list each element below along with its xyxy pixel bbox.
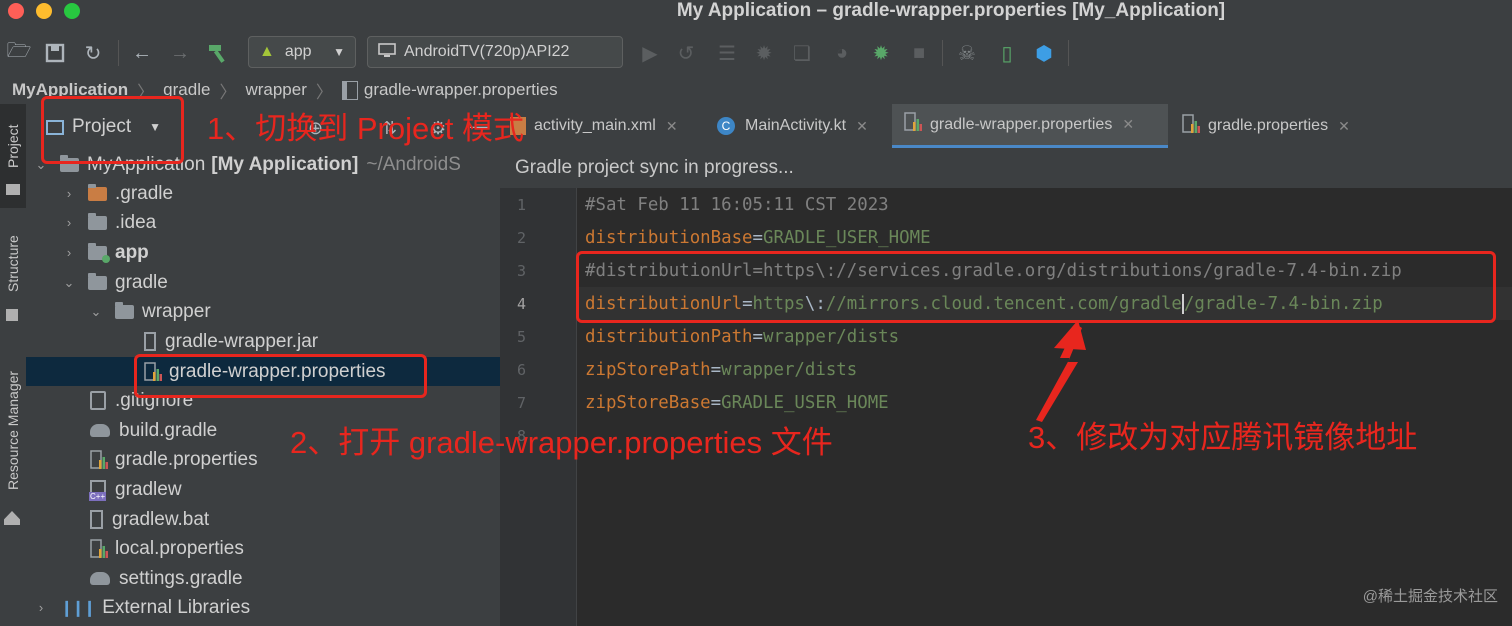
attach-debugger-icon[interactable]: ❏ xyxy=(789,40,815,66)
side-tab-project[interactable]: Project xyxy=(0,116,26,176)
device-icon xyxy=(378,42,396,62)
annotation-step3: 3、修改为对应腾讯镜像地址 xyxy=(1028,420,1418,455)
tree-item[interactable]: C++ gradlew xyxy=(26,475,564,504)
gradle-elephant-icon xyxy=(90,572,110,585)
tab-gradle-properties[interactable]: gradle.properties ✕ xyxy=(1182,104,1350,148)
build-hammer-icon[interactable] xyxy=(205,40,231,66)
properties-file-icon xyxy=(90,450,108,469)
window-title: My Application – gradle-wrapper.properti… xyxy=(676,0,1226,21)
tree-item[interactable]: › ❙❙❙ External Libraries xyxy=(26,593,508,622)
resource-icon xyxy=(4,511,20,525)
side-tab-structure[interactable]: Structure xyxy=(0,226,26,302)
gitignore-file-icon xyxy=(90,391,106,410)
line-number: 2 xyxy=(516,229,526,247)
side-tab-resource-manager[interactable]: Resource Manager xyxy=(0,359,26,501)
annotation-step1: 1、切换到 Project 模式 xyxy=(207,111,524,146)
breadcrumb-item[interactable]: wrapper xyxy=(245,80,306,100)
line-number-gutter: 1 2 3 4 5 6 7 8 xyxy=(500,188,577,626)
run-config-select[interactable]: ▲ app ▼ xyxy=(248,36,356,68)
tree-item[interactable]: ⌄ wrapper xyxy=(26,297,563,326)
tree-item[interactable]: local.properties xyxy=(26,534,564,563)
folder-icon xyxy=(88,272,107,290)
tree-item[interactable]: › .gradle xyxy=(26,179,536,208)
annotation-box-project-mode xyxy=(41,96,184,164)
tab-activity-main[interactable]: activity_main.xml ✕ xyxy=(510,104,678,148)
line-number: 7 xyxy=(516,394,526,412)
properties-file-icon xyxy=(90,539,108,558)
tree-item[interactable]: gradlew.bat xyxy=(26,505,564,534)
libraries-icon: ❙❙❙ xyxy=(60,599,96,617)
title-bar: My Application – gradle-wrapper.properti… xyxy=(0,0,1512,30)
line-number: 1 xyxy=(516,196,526,214)
tab-main-activity[interactable]: C MainActivity.kt ✕ xyxy=(717,104,868,148)
apply-code-changes-icon[interactable]: ☰ xyxy=(714,40,740,66)
chevron-right-icon: › xyxy=(66,245,72,260)
kotlin-class-icon: C xyxy=(717,117,735,135)
expand-arrow-icon: ⌄ xyxy=(90,303,102,319)
sdk-manager-icon[interactable]: ⬢ xyxy=(1031,40,1057,66)
module-folder-icon xyxy=(88,242,110,263)
save-icon[interactable] xyxy=(42,40,68,66)
properties-file-icon xyxy=(341,80,358,100)
gradle-elephant-icon xyxy=(90,424,110,437)
tab-gradle-wrapper-properties[interactable]: gradle-wrapper.properties ✕ xyxy=(892,104,1168,148)
structure-icon xyxy=(6,309,18,321)
text-file-icon xyxy=(90,510,103,529)
sync-icon[interactable]: ↻ xyxy=(80,40,106,66)
folder-icon xyxy=(88,212,107,230)
jar-file-icon xyxy=(144,332,156,351)
sync-notification-bar: Gradle project sync in progress... xyxy=(500,148,1512,188)
sync-gradle-icon[interactable]: ☠ xyxy=(954,40,980,66)
code-line: zipStoreBase=GRADLE_USER_HOME xyxy=(585,393,889,413)
tool-window-stripe: Project Structure Resource Manager xyxy=(0,104,27,626)
breadcrumb: MyApplication 〉 gradle 〉 wrapper 〉 gradl… xyxy=(0,76,1512,104)
tree-item[interactable]: › .idea xyxy=(26,208,536,237)
close-tab-icon[interactable]: ✕ xyxy=(666,118,678,135)
breadcrumb-item[interactable]: gradle-wrapper.properties xyxy=(364,80,558,100)
profiler-icon[interactable]: ◕ xyxy=(829,40,855,66)
line-number: 6 xyxy=(516,361,526,379)
tree-item[interactable]: settings.gradle xyxy=(26,564,564,593)
line-number: 3 xyxy=(516,262,526,280)
run-icon[interactable]: ▶ xyxy=(637,40,663,66)
sync-message: Gradle project sync in progress... xyxy=(515,157,794,178)
device-select[interactable]: AndroidTV(720p)API22 xyxy=(367,36,623,68)
expand-arrow-icon: ⌄ xyxy=(63,274,75,290)
folder-icon xyxy=(6,184,20,195)
chevron-right-icon: › xyxy=(38,600,44,615)
chevron-right-icon: › xyxy=(66,215,72,230)
watermark: @稀土掘金技术社区 xyxy=(1362,588,1498,605)
android-icon: ▲ xyxy=(259,43,275,60)
debug-icon[interactable]: ✹ xyxy=(751,40,777,66)
tree-item[interactable]: › app xyxy=(26,238,536,267)
code-line: #Sat Feb 11 16:05:11 CST 2023 xyxy=(585,195,889,215)
open-folder-icon[interactable]: 🗁 xyxy=(6,40,32,66)
apply-changes-icon[interactable]: ↺ xyxy=(673,40,699,66)
tree-item[interactable]: ⌄ gradle xyxy=(26,268,536,297)
back-arrow-icon[interactable]: ← xyxy=(129,40,155,66)
chevron-right-icon: › xyxy=(66,186,72,201)
forward-arrow-icon[interactable]: → xyxy=(167,40,193,66)
annotation-box-file xyxy=(134,354,427,398)
main-toolbar: 🗁 ↻ ← → ▲ app ▼ AndroidTV(720p)API22 ▶ ↺… xyxy=(0,30,1512,76)
run-with-coverage-icon[interactable]: ✹ xyxy=(868,40,894,66)
script-file-icon: C++ xyxy=(89,480,107,501)
code-line: zipStorePath=wrapper/dists xyxy=(585,360,858,380)
folder-icon xyxy=(115,301,134,319)
line-number: 4 xyxy=(516,295,526,313)
chevron-down-icon: ▼ xyxy=(333,45,345,59)
close-tab-icon[interactable]: ✕ xyxy=(1122,116,1134,133)
close-tab-icon[interactable]: ✕ xyxy=(1338,118,1350,135)
editor-tab-bar: activity_main.xml ✕ C MainActivity.kt ✕ … xyxy=(500,104,1512,149)
code-line: distributionPath=wrapper/dists xyxy=(585,327,900,347)
annotation-step2: 2、打开 gradle-wrapper.properties 文件 xyxy=(290,425,833,460)
annotation-box-url xyxy=(576,251,1496,323)
stop-icon[interactable]: ■ xyxy=(906,40,932,66)
properties-file-icon xyxy=(904,112,922,137)
folder-icon xyxy=(88,183,107,201)
line-number: 5 xyxy=(516,328,526,346)
properties-file-icon xyxy=(1182,113,1200,139)
close-tab-icon[interactable]: ✕ xyxy=(856,118,868,135)
device-manager-icon[interactable]: ▯ xyxy=(994,40,1020,66)
